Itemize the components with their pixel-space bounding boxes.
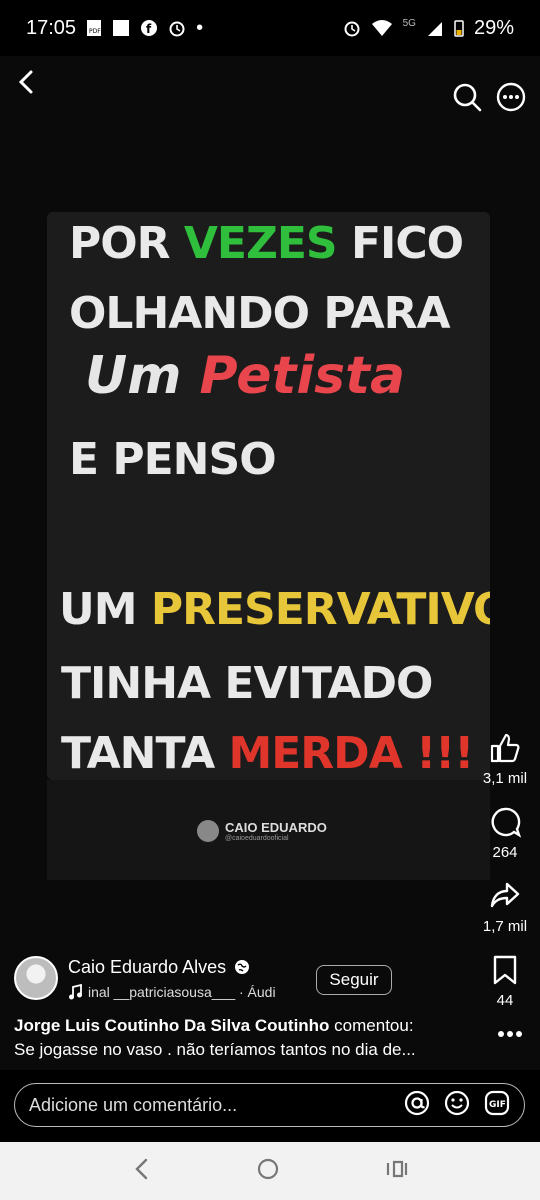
back-button[interactable] — [12, 68, 40, 96]
mention-button[interactable] — [404, 1090, 430, 1121]
recents-icon — [386, 1160, 408, 1177]
share-arrow-icon — [490, 882, 520, 908]
search-icon — [453, 83, 482, 112]
chevron-left-icon — [18, 70, 33, 94]
more-horizontal-icon — [498, 1031, 522, 1037]
audio-track-label: inal __patriciasousa___ · Áudi — [88, 983, 276, 1000]
watermark-avatar — [197, 820, 219, 842]
alarm-icon — [343, 19, 361, 37]
network-type: 5G — [402, 17, 416, 29]
author-avatar[interactable] — [14, 956, 58, 1000]
meme-line-6: TINHA EVITADO — [61, 658, 433, 709]
status-bar: 17:05 PDF f • 5G 29% — [0, 0, 540, 56]
post-image: POR VEZES FICO OLHANDO PARA Um Petista E… — [47, 212, 490, 780]
home-circle-icon — [257, 1158, 279, 1179]
gif-button[interactable]: GIF — [484, 1090, 510, 1121]
author-name[interactable]: Caio Eduardo Alves — [68, 957, 226, 978]
share-count: 1,7 mil — [482, 918, 528, 935]
watermark-handle: @caioeduardooficial — [225, 835, 289, 842]
smiley-icon — [444, 1090, 470, 1115]
more-horizontal-circle-icon — [496, 82, 526, 112]
gif-icon: GIF — [484, 1090, 510, 1115]
more-notifications-dot: • — [196, 16, 204, 39]
bookmark-icon — [493, 955, 517, 985]
svg-text:PDF: PDF — [89, 28, 101, 35]
nav-recents-button[interactable] — [384, 1157, 408, 1186]
globe-icon — [235, 960, 250, 974]
search-button[interactable] — [450, 80, 484, 114]
meme-line-3: Um Petista — [85, 346, 406, 406]
meme-line-1: POR VEZES FICO — [69, 218, 464, 269]
status-time: 17:05 — [26, 16, 77, 39]
thumbs-up-icon — [490, 733, 520, 763]
like-button[interactable]: 3,1 mil — [470, 732, 540, 787]
meme-line-7: TANTA MERDA !!! — [61, 728, 474, 779]
system-nav-bar — [0, 1142, 540, 1200]
meme-line-4: E PENSO — [69, 434, 277, 485]
comment-author: Jorge Luis Coutinho Da Silva Coutinho — [14, 1016, 330, 1035]
svg-text:f: f — [146, 22, 152, 36]
emoji-button[interactable] — [444, 1090, 470, 1121]
meme-line-2: OLHANDO PARA — [69, 288, 451, 339]
pdf-icon: PDF — [86, 19, 102, 37]
post-watermark-strip: CAIO EDUARDO @caioeduardooficial — [47, 780, 490, 880]
save-count: 44 — [496, 992, 514, 1009]
notification-square-icon — [112, 19, 130, 37]
nav-home-button[interactable] — [256, 1157, 280, 1186]
comment-input[interactable] — [29, 1094, 404, 1116]
signal-icon — [426, 19, 444, 37]
share-button[interactable]: 1,7 mil — [470, 880, 540, 935]
audio-track[interactable]: inal __patriciasousa___ · Áudi — [68, 983, 276, 1000]
comment-input-container[interactable]: GIF — [14, 1083, 525, 1127]
like-count: 3,1 mil — [482, 770, 528, 787]
comment-button[interactable]: 264 — [470, 806, 540, 861]
comment-more-button[interactable] — [497, 1026, 523, 1044]
save-button[interactable]: 44 — [470, 954, 540, 1009]
wifi-icon — [371, 19, 393, 37]
author-row: Caio Eduardo Alves inal __patriciasousa_… — [14, 956, 276, 1000]
comment-verb: comentou: — [329, 1016, 414, 1035]
comment-preview[interactable]: Jorge Luis Coutinho Da Silva Coutinho co… — [14, 1014, 484, 1062]
comment-composer: GIF — [0, 1070, 540, 1142]
alarm-icon — [168, 19, 186, 37]
watermark-name: CAIO EDUARDO — [225, 820, 327, 835]
battery-percent: 29% — [473, 16, 514, 39]
at-sign-icon — [404, 1090, 430, 1115]
battery-icon — [454, 19, 464, 37]
follow-button[interactable]: Seguir — [316, 965, 392, 995]
meme-line-5: UM PRESERVATIVO — [59, 584, 490, 635]
comment-count: 264 — [492, 844, 518, 861]
comment-text: Se jogasse no vaso . não teríamos tantos… — [14, 1040, 416, 1059]
comment-bubble-icon — [491, 807, 521, 838]
music-note-icon — [69, 983, 82, 999]
nav-back-button[interactable] — [132, 1157, 152, 1186]
more-options-button[interactable] — [494, 80, 528, 114]
svg-text:GIF: GIF — [489, 1100, 506, 1110]
chevron-left-icon — [135, 1158, 148, 1179]
facebook-icon: f — [140, 19, 158, 37]
